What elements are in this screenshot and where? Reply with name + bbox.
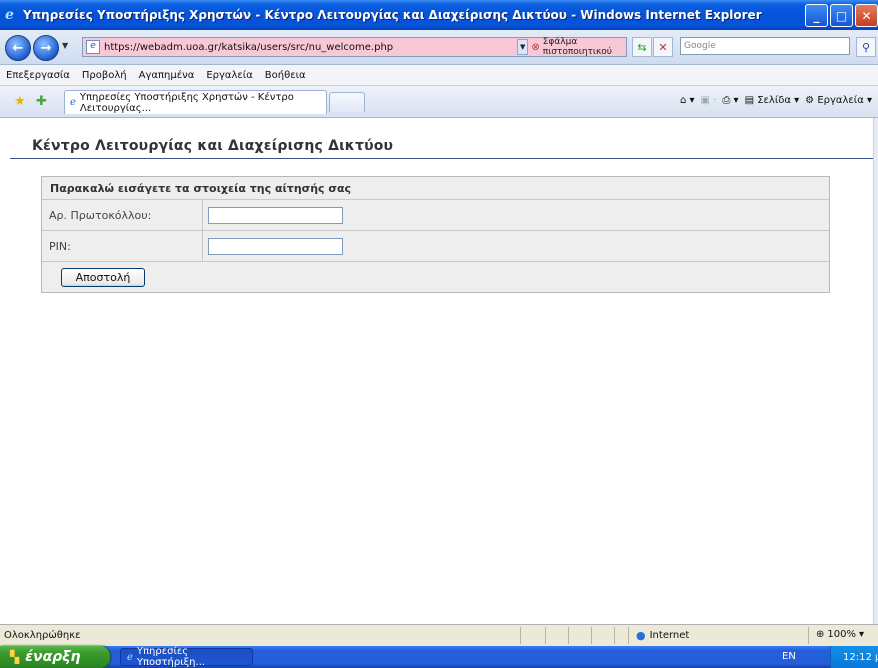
globe-icon: ● (636, 629, 646, 642)
system-tray: 12:12 μμ (830, 646, 878, 668)
status-divider (591, 627, 592, 644)
back-button[interactable]: ← (5, 35, 31, 61)
status-divider (520, 627, 521, 644)
minimize-button[interactable]: _ (805, 4, 828, 27)
forward-arrow-icon: → (40, 40, 52, 56)
protocol-label: Αρ. Πρωτοκόλλου: (42, 200, 203, 230)
certificate-error-badge[interactable]: ▼ ⊗ Σφάλμα πιστοποιητικού (515, 37, 627, 57)
shield-error-icon: ⊗ (531, 41, 540, 53)
security-zone[interactable]: ● Internet (636, 629, 689, 642)
window-title: Υπηρεσίες Υποστήριξης Χρηστών - Κέντρο Λ… (23, 8, 762, 22)
recent-pages-dropdown-icon[interactable]: ▼ (62, 41, 68, 50)
page-content: Κέντρο Λειτουργίας και Διαχείρισης Δικτύ… (0, 118, 873, 624)
search-button[interactable]: ⚲ (856, 37, 876, 57)
page-menu-icon: ▤ (744, 95, 755, 106)
menu-item-help[interactable]: Βοήθεια (259, 70, 312, 81)
request-form: Παρακαλώ εισάγετε τα στοιχεία της αίτησή… (41, 176, 830, 293)
ie-taskbar-icon: e (127, 651, 133, 663)
title-divider (10, 158, 873, 159)
windows-flag-icon: ▚ (10, 650, 20, 664)
cert-error-text: Σφάλμα πιστοποιητικού (542, 37, 612, 57)
back-arrow-icon: ← (12, 40, 24, 56)
status-divider (614, 627, 615, 644)
stop-button[interactable]: ✕ (653, 37, 673, 57)
address-toolbar: ← → ▼ e https://webadm.uoa.gr/katsika/us… (0, 30, 878, 65)
refresh-icon: ⇆ (637, 40, 647, 54)
forward-button[interactable]: → (33, 35, 59, 61)
tools-menu[interactable]: ⚙ Εργαλεία ▾ (805, 95, 872, 106)
status-divider (545, 627, 546, 644)
submit-button[interactable]: Αποστολή (61, 267, 145, 287)
address-bar[interactable]: e https://webadm.uoa.gr/katsika/users/sr… (82, 37, 517, 57)
status-divider (808, 627, 809, 644)
page-menu[interactable]: ▤ Σελίδα ▾ (745, 95, 800, 106)
command-bar: ⌂ ▾ ▣ · ⎙ ▾ ▤ Σελίδα ▾ ⚙ Εργαλεία ▾ (680, 95, 872, 106)
refresh-button[interactable]: ⇆ (632, 37, 652, 57)
clock[interactable]: 12:12 μμ (843, 652, 878, 663)
protocol-input[interactable] (208, 206, 343, 224)
home-icon[interactable]: ⌂ ▾ (680, 95, 695, 106)
address-dropdown-icon[interactable]: ▼ (517, 39, 529, 55)
status-divider (628, 627, 629, 644)
zoom-level: 100% (827, 629, 856, 640)
stop-icon: ✕ (658, 40, 668, 54)
zoom-control[interactable]: ⊕ 100% ▾ (816, 629, 864, 640)
window-controls: _ □ ✕ (805, 4, 878, 27)
tab-row: ★ ✚ e Υπηρεσίες Υποστήριξης Χρηστών - Κέ… (0, 86, 878, 118)
pin-cell (203, 231, 829, 261)
taskbar: ▚ έναρξη e Υπηρεσίες Υποστήριξη... EN 12… (0, 646, 878, 668)
maximize-button[interactable]: □ (830, 4, 853, 27)
close-button[interactable]: ✕ (855, 4, 878, 27)
start-label: έναρξη (25, 649, 81, 665)
form-header: Παρακαλώ εισάγετε τα στοιχεία της αίτησή… (42, 177, 829, 200)
zoom-icon: ⊕ (816, 629, 825, 640)
gear-icon: ⚙ (805, 95, 815, 106)
zone-label: Internet (649, 630, 690, 641)
pin-input[interactable] (208, 237, 343, 255)
menu-item-tools[interactable]: Εργαλεία (200, 70, 258, 81)
vertical-scrollbar[interactable] (873, 118, 878, 624)
ie-logo-icon: e (5, 7, 14, 23)
window-titlebar[interactable]: e Υπηρεσίες Υποστήριξης Χρηστών - Κέντρο… (0, 0, 878, 30)
form-row-protocol: Αρ. Πρωτοκόλλου: (42, 200, 829, 231)
status-bar: Ολοκληρώθηκε ● Internet ⊕ 100% ▾ (0, 624, 878, 646)
page-title: Κέντρο Λειτουργίας και Διαχείρισης Δικτύ… (32, 138, 394, 154)
protocol-cell (203, 200, 829, 230)
tab-active[interactable]: e Υπηρεσίες Υποστήριξης Χρηστών - Κέντρο… (64, 90, 327, 114)
taskbar-item-label: Υπηρεσίες Υποστήριξη... (136, 646, 206, 668)
feeds-icon[interactable]: ▣ · (701, 95, 717, 106)
tools-menu-label: Εργαλεία (817, 95, 864, 106)
menu-item-edit[interactable]: Επεξεργασία (0, 70, 76, 81)
pin-label: PIN: (42, 231, 203, 261)
language-indicator[interactable]: EN (782, 651, 796, 662)
favorites-star-icon[interactable]: ★ (14, 94, 26, 109)
tab-page-icon: e (70, 97, 76, 108)
menu-item-favorites[interactable]: Αγαπημένα (133, 70, 201, 81)
status-divider (568, 627, 569, 644)
form-row-submit: Αποστολή (42, 262, 829, 292)
search-icon: ⚲ (861, 40, 871, 54)
address-url: https://webadm.uoa.gr/katsika/users/src/… (104, 41, 394, 53)
search-input[interactable]: Google (680, 37, 850, 55)
taskbar-item-ie[interactable]: e Υπηρεσίες Υποστήριξη... (120, 646, 253, 668)
search-placeholder: Google (684, 41, 716, 51)
print-icon[interactable]: ⎙ ▾ (722, 95, 738, 106)
zoom-dropdown-icon: ▾ (858, 629, 865, 640)
status-text: Ολοκληρώθηκε (4, 630, 81, 641)
new-tab-button[interactable] (329, 92, 365, 112)
add-favorite-icon[interactable]: ✚ (36, 94, 47, 109)
page-icon: e (86, 40, 100, 54)
page-menu-label: Σελίδα (757, 95, 791, 106)
tab-label: Υπηρεσίες Υποστήριξης Χρηστών - Κέντρο Λ… (79, 91, 294, 114)
start-button[interactable]: ▚ έναρξη (0, 646, 110, 668)
form-row-pin: PIN: (42, 231, 829, 262)
menu-item-view[interactable]: Προβολή (76, 70, 133, 81)
menu-bar: Επεξεργασία Προβολή Αγαπημένα Εργαλεία Β… (0, 65, 878, 86)
